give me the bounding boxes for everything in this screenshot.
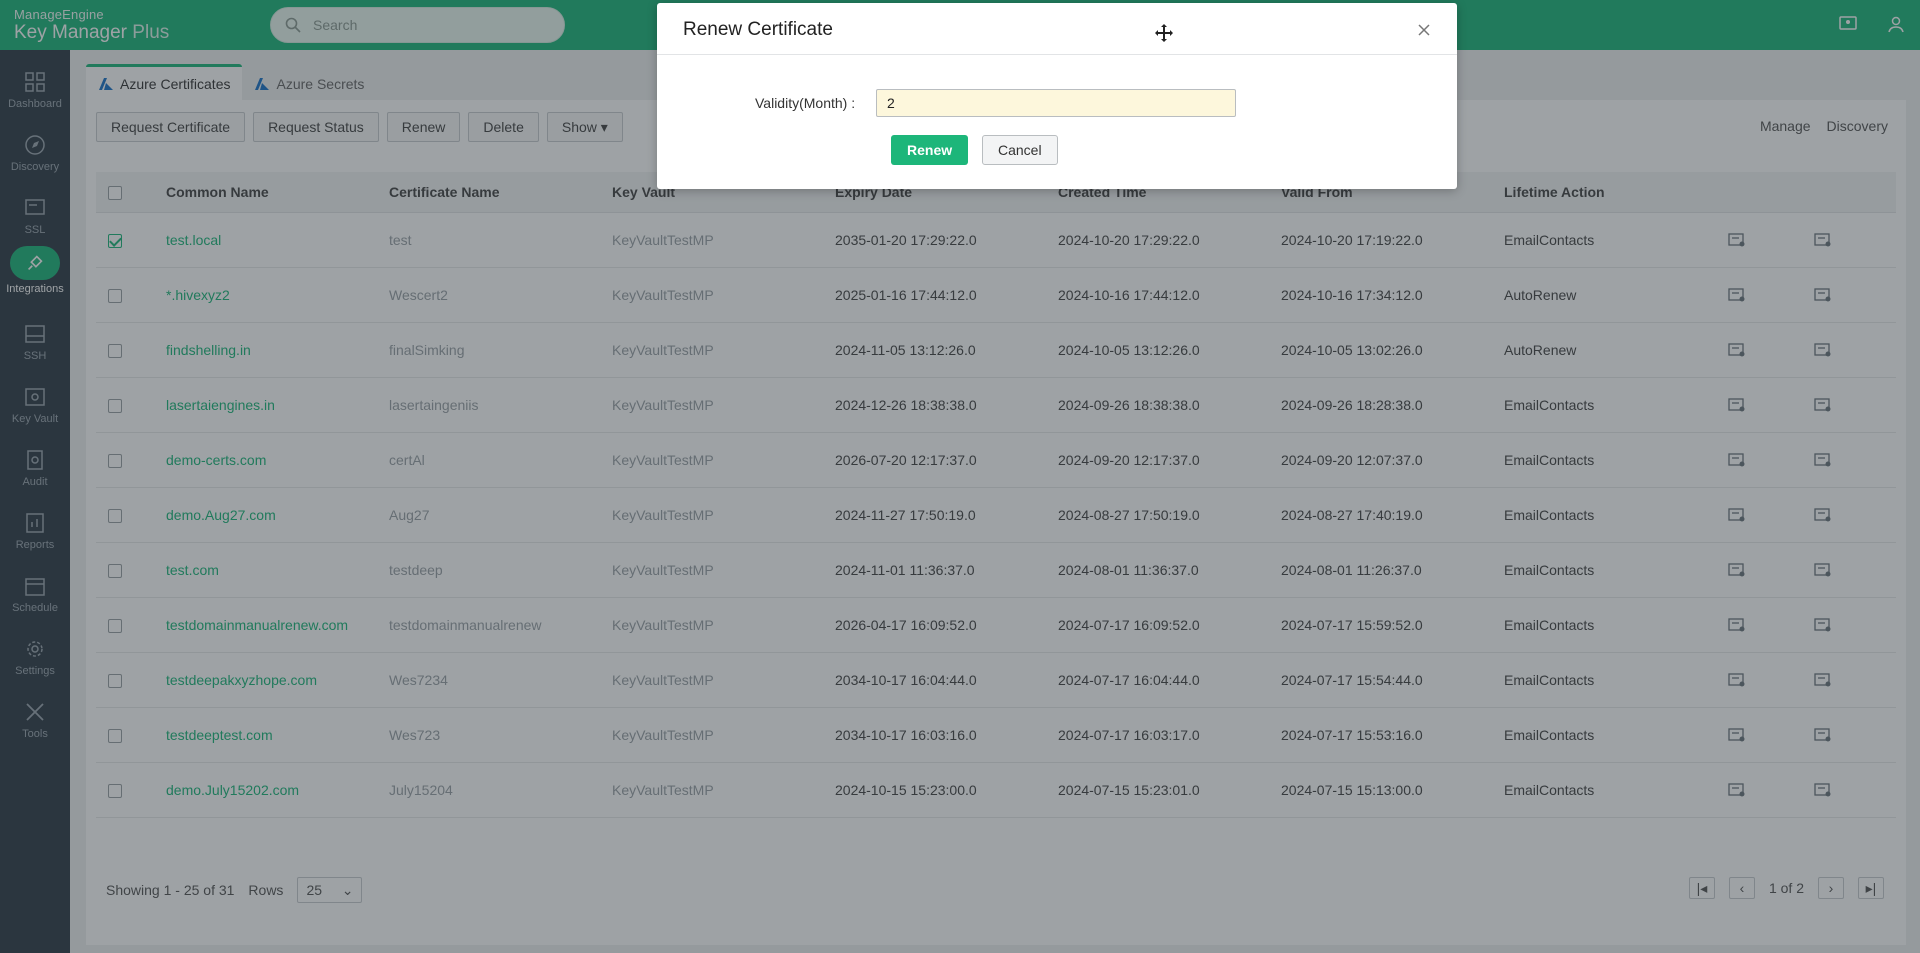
close-icon[interactable] — [1417, 23, 1431, 37]
cancel-button[interactable]: Cancel — [982, 135, 1058, 165]
validity-label: Validity(Month) : — [755, 95, 856, 111]
dialog-title: Renew Certificate — [683, 19, 833, 40]
validity-month-input[interactable] — [876, 89, 1236, 117]
renew-certificate-dialog: Renew Certificate Validity(Month) : Rene… — [657, 3, 1457, 189]
renew-button[interactable]: Renew — [891, 135, 969, 165]
dialog-header[interactable]: Renew Certificate — [657, 3, 1457, 55]
move-cursor-icon — [1155, 24, 1173, 42]
